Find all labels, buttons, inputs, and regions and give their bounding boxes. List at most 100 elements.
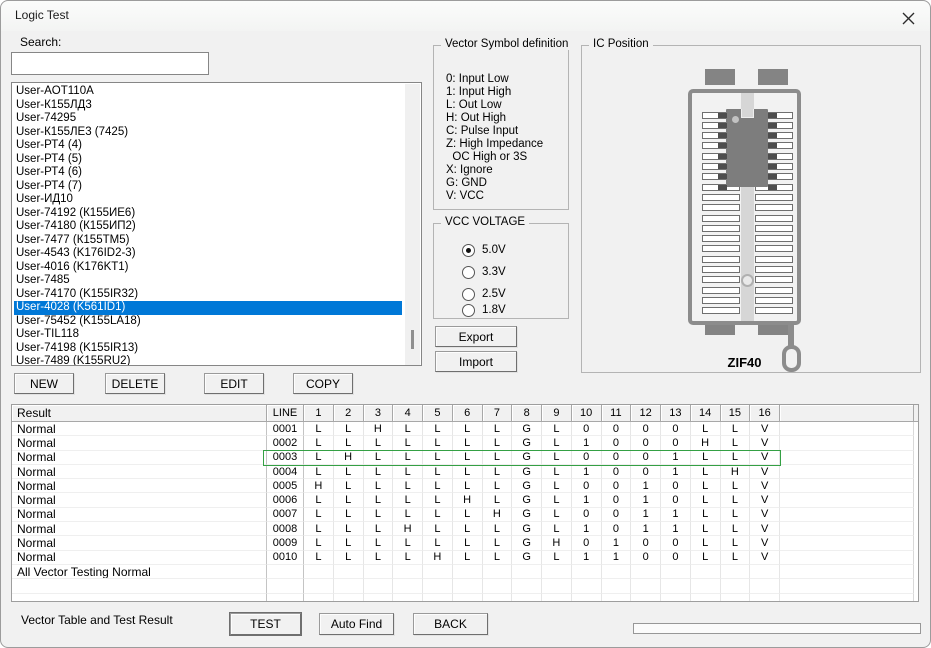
vector-value-cell[interactable] xyxy=(423,594,453,602)
vector-value-cell[interactable]: L xyxy=(423,465,453,479)
vector-value-cell[interactable]: L xyxy=(691,522,721,536)
vector-value-cell[interactable]: L xyxy=(691,451,721,465)
vector-value-cell[interactable] xyxy=(691,594,721,602)
vector-value-cell[interactable] xyxy=(661,565,691,579)
vector-value-cell[interactable]: L xyxy=(691,479,721,493)
vector-value-cell[interactable]: L xyxy=(453,522,483,536)
vector-value-cell[interactable]: L xyxy=(483,551,513,565)
vector-value-cell[interactable]: L xyxy=(393,508,423,522)
vector-value-cell[interactable]: H xyxy=(334,451,364,465)
vector-value-cell[interactable]: 0 xyxy=(602,465,632,479)
vector-value-cell[interactable] xyxy=(602,594,632,602)
vector-value-cell[interactable]: 0 xyxy=(661,493,691,507)
vector-value-cell[interactable] xyxy=(631,565,661,579)
vector-value-cell[interactable]: L xyxy=(542,436,572,450)
new-button[interactable]: NEW xyxy=(14,373,74,394)
column-header-pin[interactable]: 14 xyxy=(691,405,721,422)
auto-find-button[interactable]: Auto Find xyxy=(319,613,394,635)
table-row[interactable]: Normal0002LLLLLLLGL1000HLV xyxy=(12,436,918,450)
vector-value-cell[interactable]: L xyxy=(691,493,721,507)
vector-value-cell[interactable]: H xyxy=(453,493,483,507)
column-header-pin[interactable]: 13 xyxy=(661,405,691,422)
vector-value-cell[interactable]: L xyxy=(364,551,394,565)
vector-value-cell[interactable] xyxy=(423,579,453,593)
vector-value-cell[interactable] xyxy=(631,594,661,602)
vector-value-cell[interactable]: L xyxy=(393,551,423,565)
vector-value-cell[interactable]: H xyxy=(691,436,721,450)
vector-value-cell[interactable]: 0 xyxy=(661,479,691,493)
table-row[interactable] xyxy=(12,579,918,593)
list-item[interactable]: User-4543 (K176ID2-3) xyxy=(14,247,421,261)
vector-value-cell[interactable] xyxy=(364,579,394,593)
vector-value-cell[interactable]: G xyxy=(512,508,542,522)
vector-value-cell[interactable]: H xyxy=(364,422,394,436)
column-header-pin[interactable]: 15 xyxy=(721,405,751,422)
vector-value-cell[interactable]: V xyxy=(750,479,780,493)
vector-value-cell[interactable] xyxy=(542,565,572,579)
vector-value-cell[interactable]: L xyxy=(423,536,453,550)
export-button[interactable]: Export xyxy=(435,326,517,347)
vector-value-cell[interactable]: H xyxy=(393,522,423,536)
vector-value-cell[interactable]: L xyxy=(393,436,423,450)
vector-value-cell[interactable] xyxy=(572,579,602,593)
vector-value-cell[interactable]: L xyxy=(483,536,513,550)
table-row[interactable]: Normal0004LLLLLLLGL1001LHV xyxy=(12,465,918,479)
vector-value-cell[interactable]: 0 xyxy=(631,465,661,479)
vector-value-cell[interactable]: V xyxy=(750,465,780,479)
vector-value-cell[interactable]: L xyxy=(304,493,334,507)
vector-value-cell[interactable]: L xyxy=(364,436,394,450)
vector-value-cell[interactable]: L xyxy=(691,508,721,522)
vector-value-cell[interactable]: G xyxy=(512,522,542,536)
vector-value-cell[interactable]: 0 xyxy=(572,508,602,522)
vector-value-cell[interactable]: 1 xyxy=(631,508,661,522)
column-header-pin[interactable]: 12 xyxy=(631,405,661,422)
vector-value-cell[interactable]: G xyxy=(512,479,542,493)
list-item[interactable]: User-РТ4 (6) xyxy=(14,166,421,180)
vector-value-cell[interactable]: L xyxy=(334,536,364,550)
vector-value-cell[interactable] xyxy=(572,594,602,602)
table-row[interactable]: Normal0010LLLLHLLGL1100LLV xyxy=(12,551,918,565)
vector-value-cell[interactable] xyxy=(483,565,513,579)
vector-value-cell[interactable]: L xyxy=(483,436,513,450)
vector-value-cell[interactable]: H xyxy=(483,508,513,522)
vector-value-cell[interactable]: V xyxy=(750,508,780,522)
vector-value-cell[interactable] xyxy=(572,565,602,579)
device-list-scrollbar[interactable] xyxy=(405,84,420,365)
vector-value-cell[interactable]: L xyxy=(721,493,751,507)
vector-value-cell[interactable]: V xyxy=(750,493,780,507)
vector-value-cell[interactable] xyxy=(602,565,632,579)
vector-value-cell[interactable]: H xyxy=(423,551,453,565)
vector-value-cell[interactable] xyxy=(721,594,751,602)
import-button[interactable]: Import xyxy=(435,351,517,372)
vector-value-cell[interactable]: 0 xyxy=(572,536,602,550)
vector-value-cell[interactable]: L xyxy=(364,451,394,465)
vector-value-cell[interactable]: L xyxy=(542,422,572,436)
vcc-radio-5.0V[interactable]: 5.0V xyxy=(462,242,506,258)
vcc-radio-1.8V[interactable]: 1.8V xyxy=(462,302,506,318)
vector-value-cell[interactable]: L xyxy=(542,522,572,536)
list-item[interactable]: User-AOT110A xyxy=(14,85,421,99)
column-header-pin[interactable]: 11 xyxy=(602,405,632,422)
vector-value-cell[interactable]: 1 xyxy=(631,493,661,507)
vector-value-cell[interactable]: G xyxy=(512,422,542,436)
vector-value-cell[interactable] xyxy=(661,579,691,593)
vector-value-cell[interactable]: V xyxy=(750,436,780,450)
vector-value-cell[interactable]: L xyxy=(453,422,483,436)
vector-value-cell[interactable] xyxy=(542,594,572,602)
column-header-pin[interactable]: 8 xyxy=(512,405,542,422)
edit-button[interactable]: EDIT xyxy=(204,373,264,394)
vector-value-cell[interactable] xyxy=(453,579,483,593)
vector-value-cell[interactable]: H xyxy=(721,465,751,479)
column-header-result[interactable]: Result xyxy=(12,405,267,422)
table-row[interactable]: All Vector Testing Normal xyxy=(12,565,918,579)
vector-value-cell[interactable]: L xyxy=(393,536,423,550)
vector-value-cell[interactable]: V xyxy=(750,451,780,465)
vector-value-cell[interactable] xyxy=(661,594,691,602)
vector-value-cell[interactable]: L xyxy=(304,465,334,479)
column-header-pin[interactable]: 9 xyxy=(542,405,572,422)
vector-value-cell[interactable]: 0 xyxy=(602,436,632,450)
column-header-line[interactable]: LINE xyxy=(267,405,304,422)
vector-value-cell[interactable]: L xyxy=(721,479,751,493)
vector-value-cell[interactable] xyxy=(483,579,513,593)
list-item[interactable]: User-4016 (K176KT1) xyxy=(14,261,421,275)
